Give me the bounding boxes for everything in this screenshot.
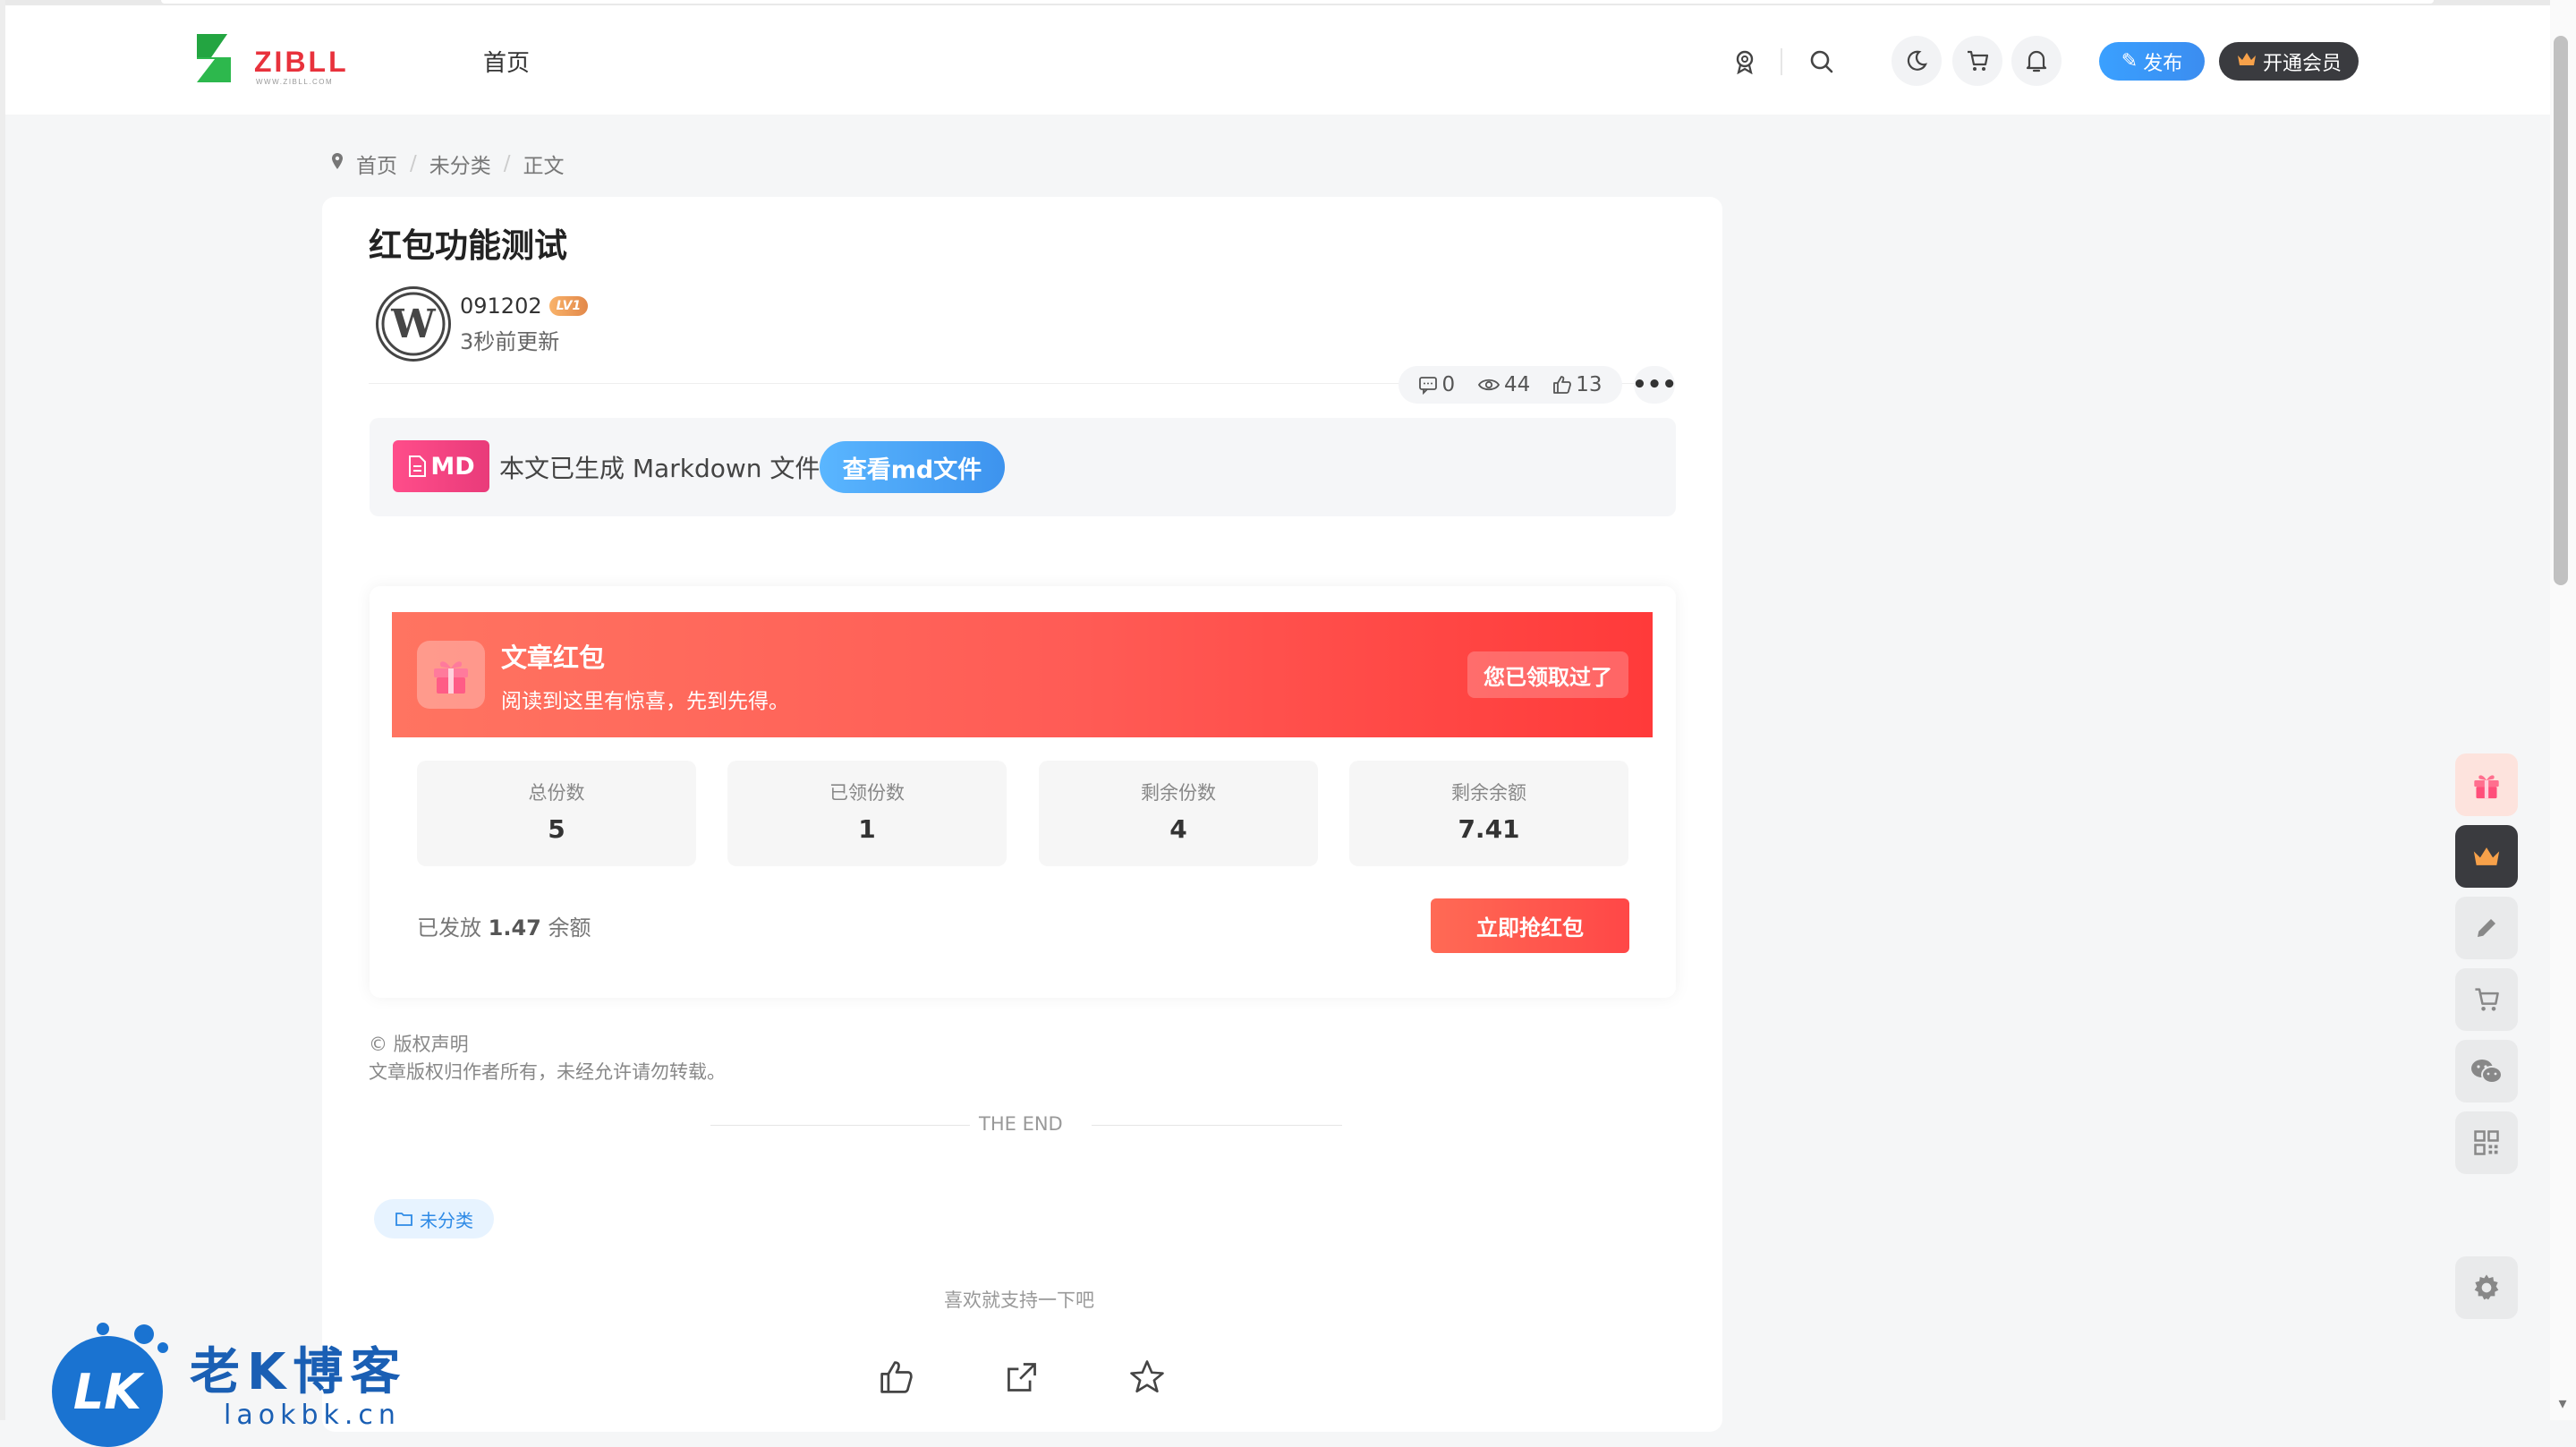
sent-amount: 已发放 1.47 余额 <box>417 915 591 941</box>
red-packet-title: 文章红包 <box>501 643 606 673</box>
publish-label: 发布 <box>2143 52 2183 75</box>
float-cart-icon[interactable] <box>2455 968 2518 1031</box>
more-options-icon[interactable]: ••• <box>1632 366 1677 404</box>
breadcrumb-home[interactable]: 首页 <box>356 149 397 179</box>
copyright-notice: © 版权声明 文章版权归作者所有，未经允许请勿转载。 <box>369 1031 726 1086</box>
eye-icon <box>1477 379 1501 391</box>
svg-text:W: W <box>390 302 436 347</box>
grab-red-packet-button[interactable]: 立即抢红包 <box>1431 898 1629 953</box>
comment-icon <box>1419 377 1438 395</box>
copyright-title: © 版权声明 <box>369 1034 469 1055</box>
view-md-button[interactable]: 查看md文件 <box>820 441 1005 493</box>
breadcrumb-divider: / <box>410 152 417 175</box>
level-badge: LV1 <box>548 296 589 316</box>
red-packet-header <box>392 612 1653 737</box>
breadcrumb-divider: / <box>503 152 511 175</box>
notification-bell-icon[interactable] <box>2011 36 2062 86</box>
vip-button[interactable]: 开通会员 <box>2219 42 2359 81</box>
site-logo[interactable]: ZIBLL WWW.ZIBLL.COM <box>191 27 379 89</box>
category-tag[interactable]: 未分类 <box>374 1199 494 1238</box>
end-divider-left <box>710 1125 970 1126</box>
float-settings-gear-icon[interactable] <box>2455 1256 2518 1319</box>
float-qrcode-icon[interactable] <box>2455 1111 2518 1174</box>
thumbs-up-icon <box>1553 376 1572 394</box>
like-button-icon[interactable] <box>877 1358 916 1397</box>
stat-claimed: 已领份数 1 <box>727 761 1007 866</box>
stat-balance: 剩余余额 7.41 <box>1349 761 1628 866</box>
author-name[interactable]: 091202 <box>460 294 542 319</box>
support-text: 喜欢就支持一下吧 <box>944 1290 1094 1311</box>
claimed-button[interactable]: 您已领取过了 <box>1467 651 1628 698</box>
watermark-splash <box>97 1323 109 1335</box>
markdown-text: 本文已生成 Markdown 文件 <box>499 454 820 483</box>
watermark-logo: LK <box>52 1336 163 1447</box>
breadcrumb-category[interactable]: 未分类 <box>429 149 491 179</box>
view-count: 44 <box>1477 373 1530 396</box>
pencil-icon: ✎ <box>2121 50 2138 72</box>
breadcrumb-current: 正文 <box>523 155 565 178</box>
like-count[interactable]: 13 <box>1552 373 1603 396</box>
watermark-name: 老K博客 <box>190 1343 408 1401</box>
markdown-badge: MD <box>393 440 489 492</box>
article-stats: 0 44 13 <box>1399 366 1622 404</box>
share-icon[interactable] <box>1002 1358 1041 1397</box>
search-icon[interactable] <box>1797 37 1847 87</box>
nav-home[interactable]: 首页 <box>483 45 530 78</box>
publish-button[interactable]: ✎ 发布 <box>2099 42 2205 81</box>
folder-icon <box>395 1213 412 1226</box>
article-title: 红包功能测试 <box>369 226 567 265</box>
header-separator <box>1781 48 1782 75</box>
float-gift-icon[interactable] <box>2455 753 2518 816</box>
watermark-splash <box>157 1342 168 1353</box>
red-packet-subtitle: 阅读到这里有惊喜，先到先得。 <box>501 690 789 713</box>
stat-remaining: 剩余份数 4 <box>1039 761 1318 866</box>
logo-sub: WWW.ZIBLL.COM <box>256 78 333 86</box>
author-avatar[interactable]: W <box>376 286 451 362</box>
copyright-text: 文章版权归作者所有，未经允许请勿转载。 <box>369 1061 726 1083</box>
crown-icon <box>2236 50 2257 73</box>
watermark-url: laokbk.cn <box>224 1400 401 1431</box>
scrollbar-thumb[interactable] <box>2554 36 2568 585</box>
float-wechat-icon[interactable] <box>2455 1040 2518 1102</box>
star-favorite-icon[interactable] <box>1127 1358 1167 1397</box>
document-icon <box>409 455 427 477</box>
browser-frame-edge <box>161 0 2434 4</box>
scroll-down-arrow-icon[interactable]: ▾ <box>2551 1394 2574 1416</box>
stat-total: 总份数 5 <box>417 761 696 866</box>
author-info[interactable]: 091202 LV1 <box>460 294 589 319</box>
float-edit-icon[interactable] <box>2455 897 2518 959</box>
float-vip-crown-icon[interactable] <box>2455 825 2518 888</box>
vip-label: 开通会员 <box>2262 52 2342 75</box>
comment-count[interactable]: 0 <box>1418 373 1455 396</box>
end-divider-right <box>1092 1125 1342 1126</box>
breadcrumb: 首页 / 未分类 / 正文 <box>331 149 565 179</box>
svg-text:ZIBLL: ZIBLL <box>254 46 349 78</box>
dark-mode-icon[interactable] <box>1892 36 1942 86</box>
the-end-label: THE END <box>979 1113 1063 1135</box>
watermark-splash <box>134 1324 154 1344</box>
update-time: 3秒前更新 <box>460 329 560 354</box>
cart-icon[interactable] <box>1952 36 2002 86</box>
browser-frame-left <box>0 0 5 1420</box>
gift-icon <box>417 641 485 709</box>
location-pin-icon <box>331 152 344 175</box>
badge-icon[interactable] <box>1720 37 1770 87</box>
